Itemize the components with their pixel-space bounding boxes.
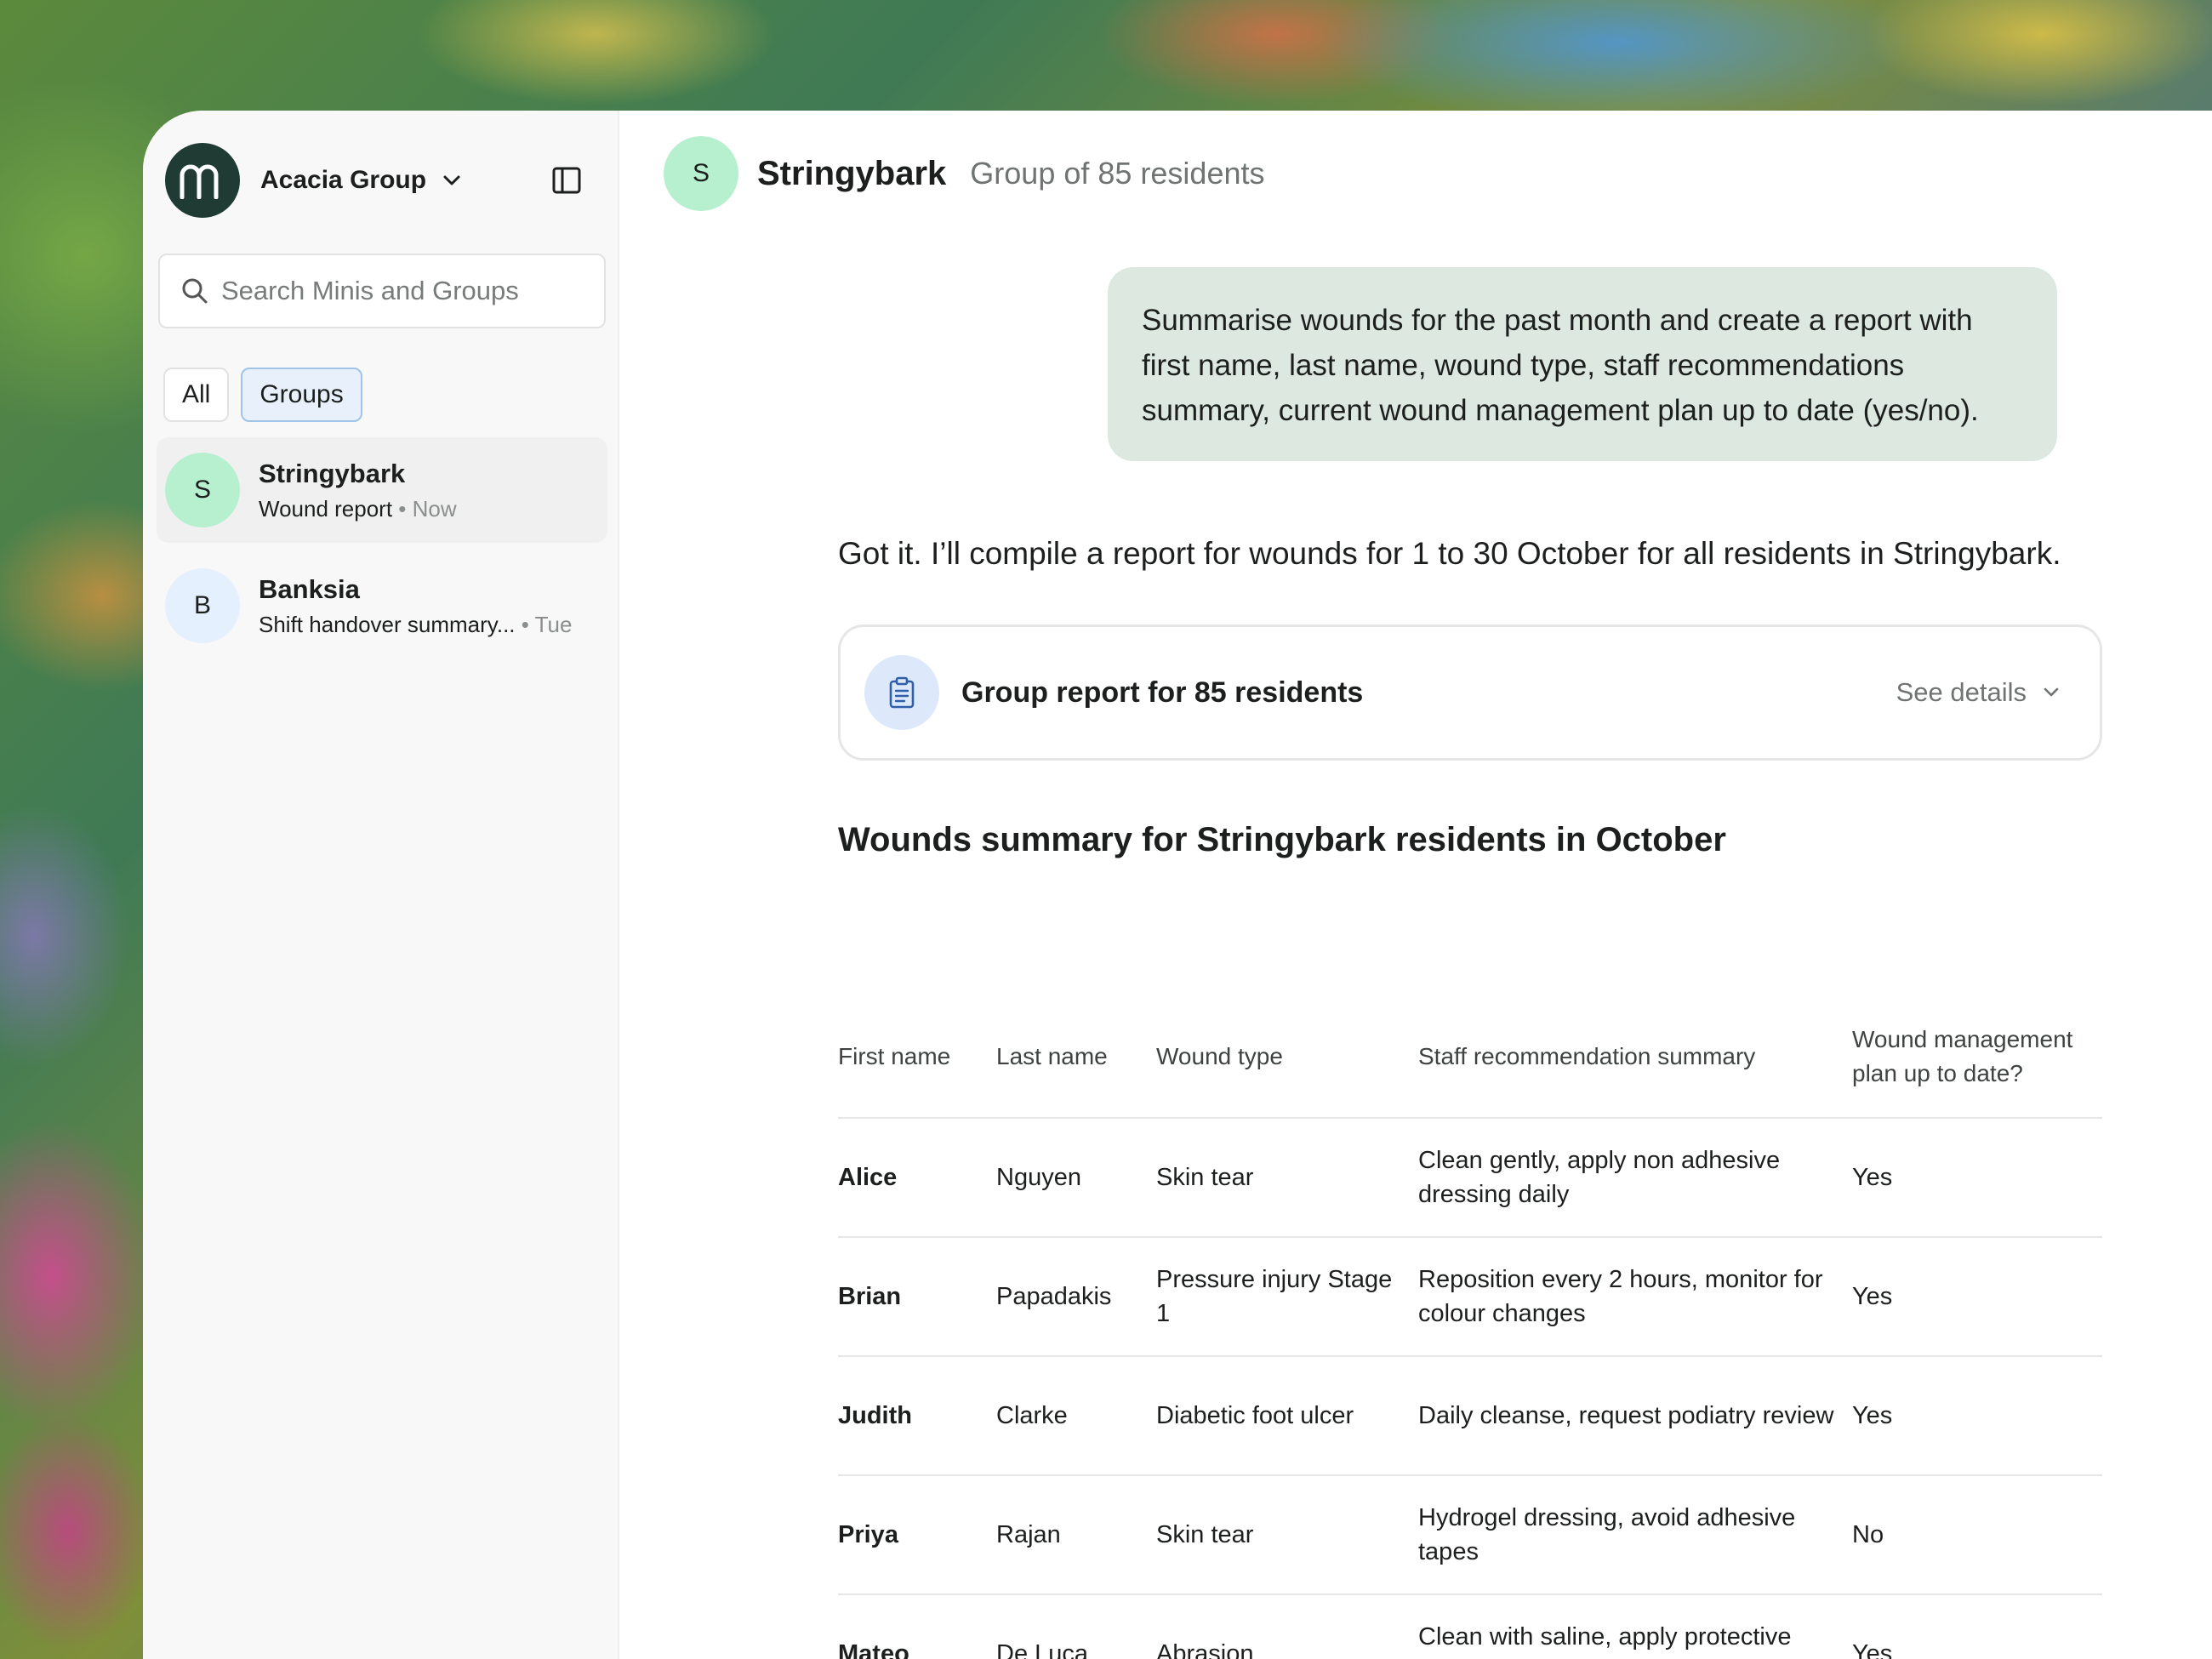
sidebar: Acacia Group All Groups S Stringybark Wo [143, 111, 619, 1659]
table-header-row: First name Last name Wound type Staff re… [838, 995, 2102, 1119]
cell-plan-up-to-date: Yes [1852, 1356, 2102, 1476]
column-header: Wound type [1156, 995, 1418, 1119]
conversation-time: Tue [534, 611, 573, 637]
app-window: Acacia Group All Groups S Stringybark Wo [143, 111, 2212, 1659]
column-header: Wound management plan up to date? [1852, 995, 2102, 1119]
chevron-down-icon [443, 175, 460, 185]
separator-dot: • [398, 495, 407, 522]
cell-recommendation: Reposition every 2 hours, monitor for co… [1418, 1237, 1852, 1357]
cell-recommendation: Hydrogel dressing, avoid adhesive tapes [1418, 1475, 1852, 1595]
see-details-label: See details [1896, 677, 2027, 707]
user-message: Summarise wounds for the past month and … [1108, 267, 2057, 461]
conversation-preview: Shift handover summary... [259, 611, 516, 637]
summary-title: Wounds summary for Stringybark residents… [838, 821, 1726, 858]
group-name: Stringybark [757, 154, 947, 192]
search-icon [182, 278, 208, 304]
conversation-item-banksia[interactable]: B Banksia Shift handover summary... • Tu… [157, 553, 607, 658]
cell-plan-up-to-date: Yes [1852, 1594, 2102, 1659]
cell-wound-type: Skin tear [1156, 1118, 1418, 1238]
conversation-title: Stringybark [259, 458, 406, 488]
clipboard-icon [889, 676, 915, 709]
conversation-title: Banksia [259, 573, 360, 604]
cell-first-name: Judith [838, 1356, 996, 1476]
cell-first-name: Priya [838, 1475, 996, 1595]
cell-plan-up-to-date: No [1852, 1475, 2102, 1595]
conversation-item-stringybark[interactable]: S Stringybark Wound report • Now [157, 437, 607, 543]
table-row: Brian Papadakis Pressure injury Stage 1 … [838, 1237, 2102, 1357]
wounds-table: First name Last name Wound type Staff re… [838, 995, 2102, 1659]
assistant-reply: Got it. I’ll compile a report for wounds… [838, 536, 2061, 571]
conversation-time: Now [412, 495, 457, 522]
cell-recommendation: Clean gently, apply non adhesive dressin… [1418, 1118, 1852, 1238]
cell-first-name: Brian [838, 1237, 996, 1357]
column-header: First name [838, 995, 996, 1119]
cell-wound-type: Skin tear [1156, 1475, 1418, 1595]
search-input[interactable] [221, 276, 596, 306]
logo-m-icon [180, 164, 219, 199]
separator-dot: • [521, 611, 529, 637]
org-name: Acacia Group [260, 166, 427, 194]
report-card[interactable]: Group report for 85 residents See detail… [838, 624, 2102, 761]
org-switcher[interactable]: Acacia Group [165, 143, 464, 218]
avatar: B [165, 568, 240, 643]
group-avatar: S [664, 136, 738, 211]
column-header: Staff recommendation summary [1418, 995, 1852, 1119]
sidebar-toggle-icon[interactable] [550, 163, 584, 197]
cell-last-name: Rajan [996, 1475, 1156, 1595]
filter-groups-chip[interactable]: Groups [241, 368, 362, 422]
cell-recommendation: Daily cleanse, request podiatry review [1418, 1356, 1852, 1476]
group-description: Group of 85 residents [970, 156, 1265, 191]
conversation-subtitle: Shift handover summary... • Tue [259, 612, 572, 638]
cell-wound-type: Pressure injury Stage 1 [1156, 1237, 1418, 1357]
cell-wound-type: Diabetic foot ulcer [1156, 1356, 1418, 1476]
cell-wound-type: Abrasion [1156, 1594, 1418, 1659]
cell-first-name: Mateo [838, 1594, 996, 1659]
filter-chips: All Groups [163, 368, 362, 422]
chevron-down-icon [2044, 687, 2059, 697]
avatar: S [165, 453, 240, 527]
cell-recommendation: Clean with saline, apply protective barr… [1418, 1594, 1852, 1659]
cell-plan-up-to-date: Yes [1852, 1237, 2102, 1357]
chat-main: S Stringybark Group of 85 residents Summ… [619, 111, 2212, 1659]
column-header: Last name [996, 995, 1156, 1119]
cell-last-name: Papadakis [996, 1237, 1156, 1357]
filter-all-chip[interactable]: All [163, 368, 230, 422]
report-icon-wrap [864, 655, 939, 730]
table-row: Priya Rajan Skin tear Hydrogel dressing,… [838, 1475, 2102, 1595]
conversation-preview: Wound report [259, 495, 393, 522]
search-box[interactable] [158, 254, 606, 328]
cell-last-name: Nguyen [996, 1118, 1156, 1238]
cell-last-name: De Luca [996, 1594, 1156, 1659]
table-row: Judith Clarke Diabetic foot ulcer Daily … [838, 1356, 2102, 1476]
cell-plan-up-to-date: Yes [1852, 1118, 2102, 1238]
chat-header: S Stringybark Group of 85 residents [664, 136, 1265, 211]
table-row: Alice Nguyen Skin tear Clean gently, app… [838, 1118, 2102, 1238]
cell-first-name: Alice [838, 1118, 996, 1238]
conversation-subtitle: Wound report • Now [259, 496, 457, 522]
table-row: Mateo De Luca Abrasion Clean with saline… [838, 1594, 2102, 1659]
report-title: Group report for 85 residents [961, 676, 1364, 709]
see-details-button[interactable]: See details [1896, 677, 2062, 708]
cell-last-name: Clarke [996, 1356, 1156, 1476]
org-logo [165, 143, 240, 218]
